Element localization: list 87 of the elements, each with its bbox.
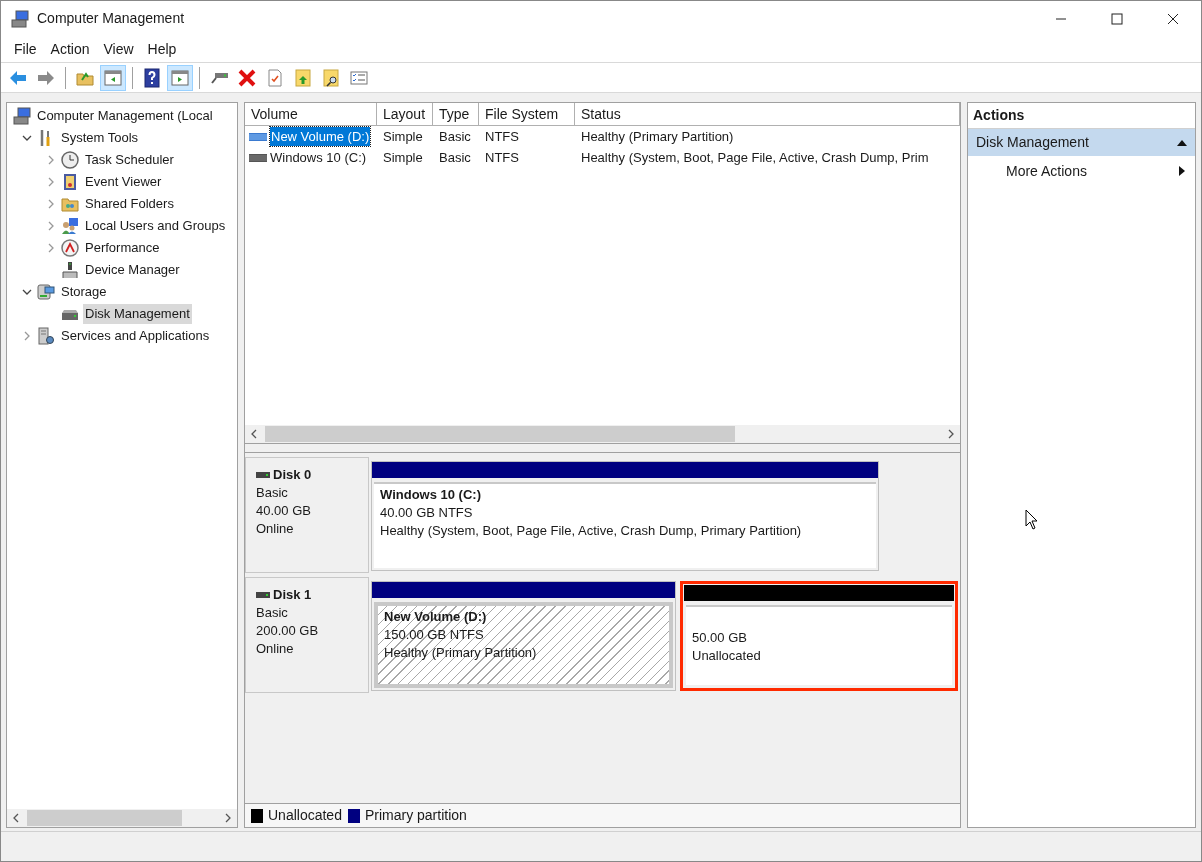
disk-type: Basic (256, 604, 289, 622)
partition-status: Healthy (Primary Partition) (384, 644, 538, 662)
disk-drive-icon (256, 471, 270, 479)
partition-size: 50.00 GB (692, 629, 748, 647)
column-header[interactable]: Type (433, 103, 479, 126)
tree-item[interactable]: Local Users and Groups (83, 216, 228, 236)
table-cell: New Volume (D:) (270, 126, 371, 147)
maximize-icon (1111, 12, 1123, 25)
volume-icon (249, 131, 267, 142)
collapse-caret-icon (1177, 139, 1187, 146)
gauge-icon (61, 239, 79, 257)
pane-icon (170, 67, 190, 88)
tree-item[interactable]: Performance (83, 238, 162, 258)
tree-item[interactable]: Disk Management (83, 304, 192, 324)
action-link[interactable]: More Actions (968, 156, 1195, 186)
horizontal-scrollbar[interactable] (7, 809, 237, 827)
delete-icon (237, 67, 257, 88)
scroll-thumb[interactable] (27, 810, 182, 826)
tree-item[interactable]: System Tools (59, 128, 141, 148)
partition-block[interactable]: Windows 10 (C:) 40.00 GB NTFS Healthy (System, Boot, Page File, Active, Crash Dump, Primary Partition) (371, 461, 879, 571)
menu-item[interactable]: File (7, 38, 44, 60)
partition-size: 150.00 GB NTFS (384, 626, 485, 644)
table-cell-text: Healthy (System, Boot, Page File, Active, Crash Dump, Prim (581, 148, 929, 167)
horizontal-scrollbar[interactable] (245, 425, 960, 443)
help-icon (142, 67, 162, 88)
server-gear-icon (37, 327, 55, 345)
table-cell-text: NTFS (485, 127, 519, 146)
table-cell-text: Windows 10 (C:) (270, 148, 367, 167)
disk-name: Disk 1 (273, 586, 312, 604)
disk-size: 40.00 GB (256, 502, 312, 520)
document-check-icon (265, 67, 285, 88)
column-header[interactable]: Layout (377, 103, 433, 126)
tree-item[interactable]: Shared Folders (83, 194, 176, 214)
computer-connect-icon (210, 71, 228, 84)
computer-icon (11, 9, 29, 28)
event-log-icon (61, 173, 79, 191)
table-cell-text: Simple (383, 148, 423, 167)
volume-icon (249, 152, 267, 163)
volume-row[interactable]: Windows 10 (C:) Simple Basic NTFS Healthy (System, Boot, Page File, Active, Crash Dump, Prim (245, 147, 960, 168)
menu-item[interactable]: Help (140, 38, 184, 60)
partition-title: Windows 10 (C:) (380, 486, 482, 504)
partition-title: New Volume (D:) (384, 608, 488, 626)
disk-drive-icon (256, 591, 270, 599)
table-cell-text: Basic (439, 148, 471, 167)
tree-item[interactable]: Event Viewer (83, 172, 164, 192)
table-cell-text: Basic (439, 127, 471, 146)
tree-item[interactable]: Services and Applications (59, 326, 212, 346)
legend-label: Unallocated (268, 806, 342, 825)
volume-row[interactable]: New Volume (D:) Simple Basic NTFS Healthy (Primary Partition) (245, 126, 960, 147)
disk-type: Basic (256, 484, 289, 502)
window-title: Computer Management (37, 9, 185, 28)
clock-icon (61, 151, 79, 169)
disk-status: Online (256, 640, 295, 658)
mouse-cursor-icon (1025, 509, 1039, 531)
table-cell-text: Healthy (Primary Partition) (581, 127, 734, 146)
tree-item[interactable]: Device Manager (83, 260, 182, 280)
partition-status: Unallocated (692, 647, 762, 665)
scroll-thumb[interactable] (265, 426, 735, 442)
table-cell-text: NTFS (485, 148, 519, 167)
partition-block[interactable]: 50.00 GB Unallocated (680, 581, 958, 691)
actions-section-header[interactable]: Disk Management (968, 129, 1195, 156)
tree-item[interactable]: Storage (59, 282, 109, 302)
partition-block[interactable]: New Volume (D:) 150.00 GB NTFS Healthy (Primary Partition) (371, 581, 676, 691)
disk-name: Disk 0 (273, 466, 312, 484)
disk-size: 200.00 GB (256, 622, 320, 640)
menu-item[interactable]: View (96, 38, 141, 60)
disk-status: Online (256, 520, 295, 538)
tree-item[interactable]: Task Scheduler (83, 150, 176, 170)
folder-search-icon (321, 67, 341, 88)
close-icon (1167, 12, 1179, 25)
shared-folder-icon (61, 195, 79, 213)
column-header[interactable]: File System (479, 103, 575, 126)
submenu-arrow-icon (1179, 166, 1185, 176)
disk-info[interactable]: Disk 0 Basic 40.00 GB Online (245, 457, 369, 573)
menu-item[interactable]: Action (43, 38, 97, 60)
users-icon (61, 217, 79, 235)
legend-label: Primary partition (364, 806, 467, 825)
pane-icon (103, 67, 123, 88)
table-cell-text: Simple (383, 127, 423, 146)
storage-icon (37, 283, 55, 301)
partition-status: Healthy (System, Boot, Page File, Active, Crash Dump, Primary Partition) (380, 522, 803, 540)
computer-icon (13, 107, 31, 125)
device-icon (61, 261, 79, 279)
tree-item[interactable]: Computer Management (Local (35, 106, 215, 126)
partition-size: 40.00 GB NTFS (380, 504, 474, 522)
disk-info[interactable]: Disk 1 Basic 200.00 GB Online (245, 577, 369, 693)
column-header[interactable]: Status (575, 103, 960, 126)
